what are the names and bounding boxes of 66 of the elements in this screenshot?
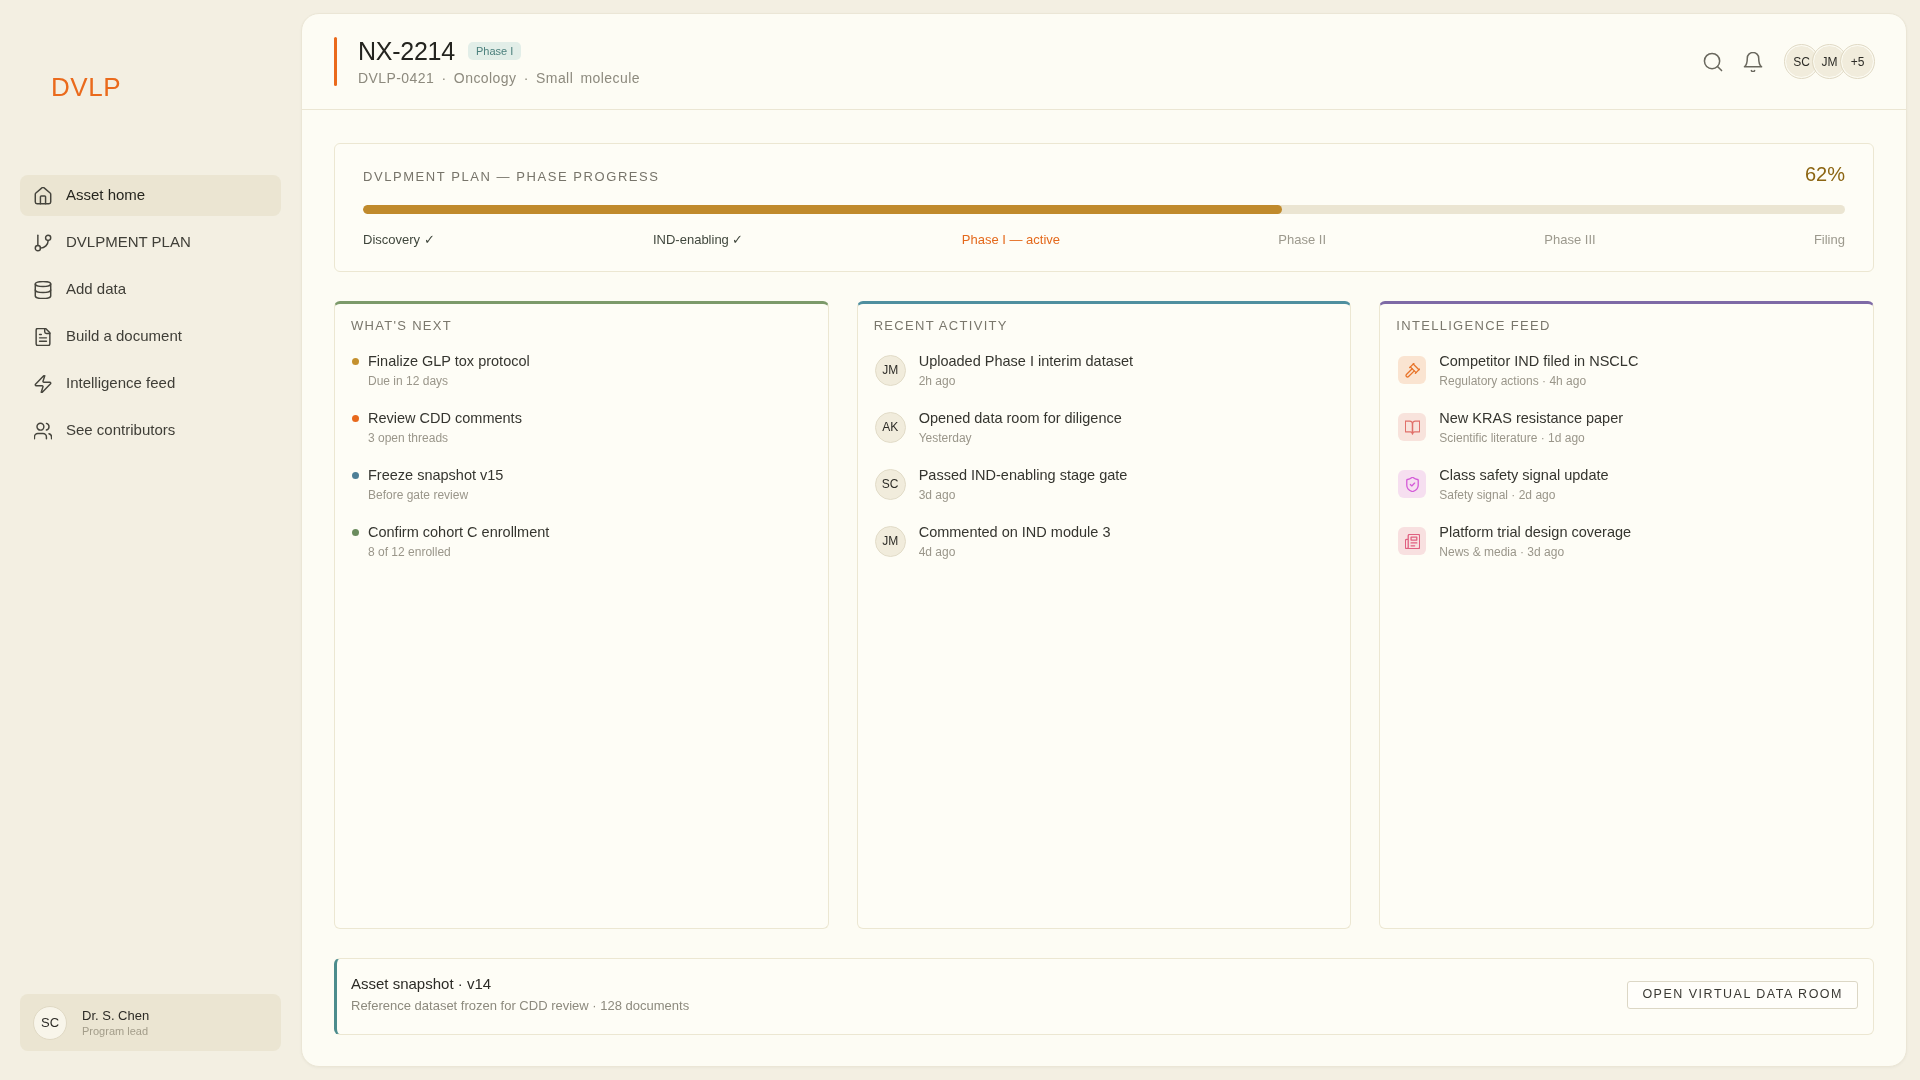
item-title: Competitor IND filed in NSCLC — [1439, 352, 1639, 371]
asset-subtitle: DVLP-0421 · Oncology · Small molecule — [358, 69, 640, 87]
snapshot-detail: Reference dataset frozen for CDD review · 128 documents — [351, 997, 690, 1014]
item-title: Freeze snapshot v15 — [368, 466, 504, 485]
people-icon — [34, 421, 52, 440]
user-avatar: SC — [33, 1005, 67, 1040]
lightning-icon — [34, 374, 52, 393]
item-detail: 3d ago — [918, 487, 957, 503]
item-detail: 4d ago — [918, 544, 957, 560]
item-title: Uploaded Phase I interim dataset — [918, 352, 1134, 371]
bell-icon — [1743, 51, 1763, 72]
open-data-room-button[interactable]: OPEN VIRTUAL DATA ROOM — [1627, 980, 1858, 1009]
item-title: Confirm cohort C enrollment — [368, 523, 550, 542]
document-icon — [34, 327, 52, 346]
contributor-avatar: +5 — [1841, 45, 1874, 78]
item-detail: Regulatory actions · 4h ago — [1439, 373, 1588, 389]
logo: DVLP — [51, 72, 121, 102]
item-title: Class safety signal update — [1439, 466, 1609, 485]
item-title: Review CDD comments — [368, 409, 522, 428]
user-avatar: JM — [874, 525, 906, 557]
item-detail: Safety signal · 2d ago — [1439, 487, 1557, 503]
accent-bar — [334, 37, 337, 86]
item-detail: Before gate review — [368, 487, 470, 503]
user-avatar: SC — [874, 468, 906, 500]
item-title: Passed IND-enabling stage gate — [918, 466, 1128, 485]
phase-label: Phase I — active — [961, 232, 1061, 248]
nav-item[interactable]: Intelligence feed — [20, 363, 281, 404]
database-icon — [34, 280, 52, 299]
item-detail: Scientific literature · 1d ago — [1439, 430, 1586, 446]
nav-item[interactable]: Asset home — [20, 175, 281, 216]
item-detail: 2h ago — [918, 373, 957, 389]
item-title: New KRAS resistance paper — [1439, 409, 1624, 428]
phase-label: IND-enabling ✓ — [652, 232, 744, 248]
user-role: Program lead — [82, 1023, 150, 1038]
user-avatar: AK — [874, 411, 906, 443]
item-detail: Due in 12 days — [368, 373, 450, 389]
item-detail: 3 open threads — [368, 430, 450, 446]
nav-item[interactable]: Build a document — [20, 316, 281, 357]
item-detail: 8 of 12 enrolled — [368, 544, 452, 560]
item-title: Opened data room for diligence — [918, 409, 1122, 428]
item-detail: News & media · 3d ago — [1439, 544, 1566, 560]
nav-item[interactable]: DVLPMENT PLAN — [20, 222, 281, 263]
phase-label: Discovery ✓ — [363, 232, 435, 248]
item-detail: Yesterday — [918, 430, 973, 446]
card-heading: INTELLIGENCE FEED — [1396, 318, 1552, 334]
item-title: Commented on IND module 3 — [918, 523, 1111, 542]
phase-tag: Phase I — [467, 42, 522, 60]
card-heading: WHAT'S NEXT — [351, 318, 454, 334]
home-icon — [34, 186, 52, 205]
item-title: Finalize GLP tox protocol — [368, 352, 530, 371]
notifications-button[interactable] — [1741, 49, 1765, 74]
progress-percent: 62% — [1804, 162, 1845, 186]
nav-item[interactable]: See contributors — [20, 410, 281, 451]
user-avatar: JM — [874, 354, 906, 386]
snapshot-title: Asset snapshot · v14 — [351, 973, 493, 994]
phase-label: Phase III — [1544, 232, 1596, 248]
user-name: Dr. S. Chen — [82, 1007, 150, 1024]
nav-item[interactable]: Add data — [20, 269, 281, 310]
search-icon — [1703, 51, 1723, 72]
phase-label: Filing — [1813, 232, 1845, 248]
asset-title: NX-2214 — [358, 36, 455, 66]
progress-title: DVLPMENT PLAN — PHASE PROGRESS — [363, 169, 660, 185]
branch-icon — [34, 233, 52, 252]
card-heading: RECENT ACTIVITY — [873, 318, 1009, 334]
phase-label: Phase II — [1278, 232, 1326, 248]
item-title: Platform trial design coverage — [1439, 523, 1632, 542]
